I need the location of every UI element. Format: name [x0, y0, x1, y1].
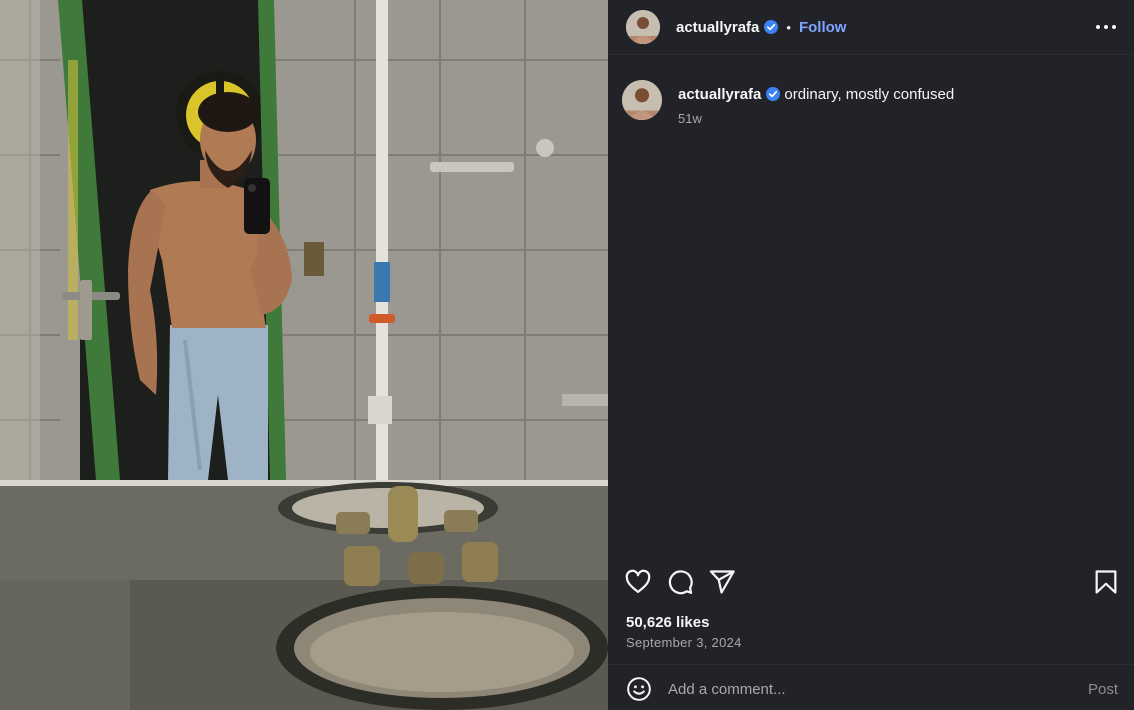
separator-dot: •	[786, 19, 791, 35]
post-header: actuallyrafa • Follow	[608, 0, 1134, 54]
post-age[interactable]: 51w	[678, 111, 954, 126]
follow-button[interactable]: Follow	[799, 19, 847, 36]
comment-bubble-icon[interactable]	[666, 568, 694, 596]
post-comment-button[interactable]: Post	[1088, 681, 1118, 698]
action-bar	[624, 568, 1120, 598]
author-avatar[interactable]	[626, 10, 660, 44]
comment-divider	[608, 664, 1134, 665]
caption-block: actuallyrafa ordinary, mostly confused 51…	[622, 80, 954, 126]
comment-input[interactable]	[668, 680, 1068, 698]
post-details-panel: actuallyrafa • Follow actuallyrafa ordina…	[608, 0, 1134, 710]
author-username[interactable]: actuallyrafa	[676, 19, 759, 36]
caption-username[interactable]: actuallyrafa	[678, 86, 761, 103]
bookmark-icon[interactable]	[1092, 568, 1120, 596]
caption-author-avatar[interactable]	[622, 80, 662, 120]
emoji-smiley-icon[interactable]	[626, 676, 652, 702]
caption-text: ordinary, mostly confused	[784, 86, 955, 103]
paper-plane-icon[interactable]	[708, 568, 736, 596]
comment-bar: Post	[608, 668, 1134, 710]
header-divider	[608, 54, 1134, 55]
heart-icon[interactable]	[624, 568, 652, 596]
post-date[interactable]: September 3, 2024	[626, 635, 742, 650]
verified-badge-icon	[766, 87, 781, 101]
post-photo[interactable]	[0, 0, 608, 710]
bathroom-mirror-selfie-image	[0, 0, 608, 710]
verified-badge-icon	[764, 20, 779, 34]
more-options-icon[interactable]	[1096, 17, 1116, 37]
likes-count[interactable]: 50,626 likes	[626, 614, 709, 631]
